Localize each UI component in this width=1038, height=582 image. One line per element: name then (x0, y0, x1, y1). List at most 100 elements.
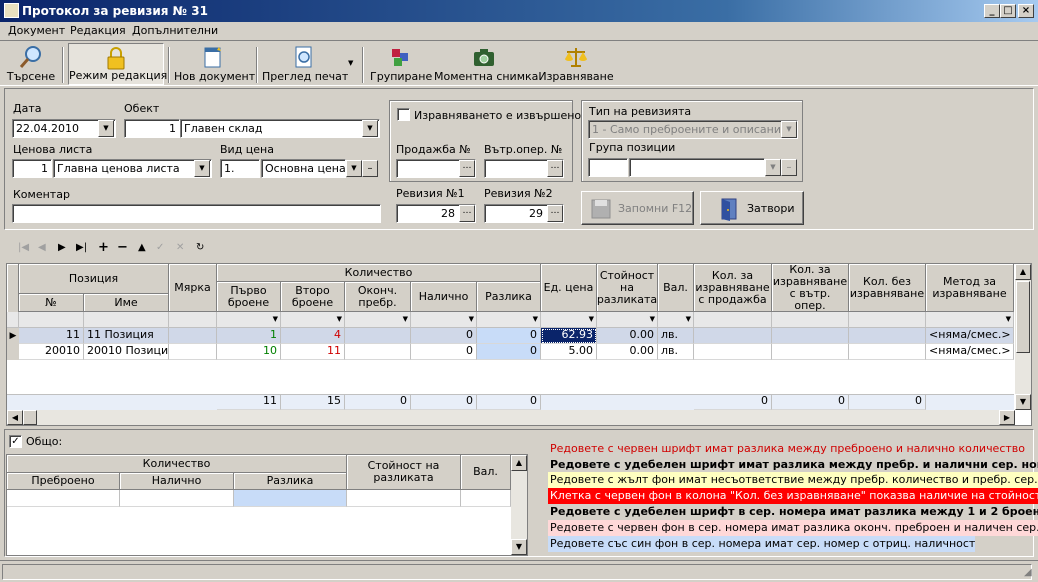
resize-grip-icon[interactable]: ◢ (1024, 567, 1032, 578)
row-unit[interactable] (169, 328, 217, 344)
final-count-column-header[interactable]: Оконч. пребр. (345, 282, 411, 312)
position-group-code-field[interactable] (588, 158, 628, 177)
summary-counted-cell[interactable] (7, 490, 120, 507)
summary-available-header[interactable]: Налично (120, 473, 234, 490)
row-available[interactable]: 0 (411, 344, 477, 360)
filter-dropdown-icon[interactable]: ▼ (337, 315, 342, 323)
search-button[interactable]: Търсене (6, 43, 56, 85)
close-window-button[interactable]: × (1018, 4, 1034, 18)
filter-dropdown-icon[interactable]: ▼ (273, 315, 278, 323)
position-group-dropdown-icon[interactable]: ▼ (765, 159, 781, 176)
revision-type-field[interactable]: 1 - Само преброените и описани в пр (588, 120, 798, 139)
difference-column-header[interactable]: Разлика (477, 282, 541, 312)
new-document-button[interactable]: Нов документ (174, 43, 255, 85)
row-difference[interactable]: 0 (477, 328, 541, 344)
row-unit-price[interactable]: 5.00 (541, 344, 597, 360)
print-preview-dropdown-icon[interactable]: ▼ (348, 59, 353, 67)
row-difference-value[interactable]: 0.00 (597, 328, 658, 344)
name-filter[interactable] (84, 312, 169, 328)
currency-column-header[interactable]: Вал. (658, 264, 694, 312)
qty-balance-sale-filter[interactable] (694, 312, 772, 328)
menu-document[interactable]: Документ (8, 24, 65, 37)
maximize-button[interactable]: □ (1000, 4, 1016, 18)
available-filter[interactable]: ▼ (411, 312, 477, 328)
position-group-name-field[interactable] (629, 158, 765, 177)
final-count-filter[interactable]: ▼ (345, 312, 411, 328)
sale-no-browse-button[interactable]: … (459, 160, 475, 177)
save-button[interactable]: Запомни F12 (581, 191, 694, 225)
second-count-filter[interactable]: ▼ (281, 312, 345, 328)
row-qty-balance-sale[interactable] (694, 328, 772, 344)
row-final-count[interactable] (345, 328, 411, 344)
row-unit-price[interactable]: 62.93 (541, 328, 597, 344)
summary-available-cell[interactable] (120, 490, 234, 507)
qty-balance-internal-column-header[interactable]: Кол. за изравняване с вътр. опер. (772, 264, 849, 312)
post-record-icon[interactable]: ✓ (156, 242, 164, 253)
filter-dropdown-icon[interactable]: ▼ (650, 315, 655, 323)
revision1-browse-button[interactable]: … (459, 205, 475, 222)
filter-dropdown-icon[interactable]: ▼ (589, 315, 594, 323)
filter-dropdown-icon[interactable]: ▼ (533, 315, 538, 323)
total-checkbox[interactable]: ✓ (9, 435, 22, 448)
row-name[interactable]: 20010 Позиция (84, 344, 169, 360)
row-method[interactable]: <няма/смес.> (926, 328, 1014, 344)
snapshot-button[interactable]: Моментна снимка (434, 43, 538, 85)
qty-balance-sale-column-header[interactable]: Кол. за изравняване с продажба (694, 264, 772, 312)
horizontal-scrollbar[interactable] (7, 410, 1015, 425)
method-column-header[interactable]: Метод за изравняване (926, 264, 1014, 312)
menu-edit[interactable]: Редакция (70, 24, 126, 37)
qty-no-balance-filter[interactable] (849, 312, 926, 328)
balancing-button[interactable]: Изравняване (538, 43, 614, 85)
row-qty-no-balance[interactable] (849, 344, 926, 360)
edit-record-icon[interactable]: ▲ (138, 242, 146, 253)
row-qty-balance-sale[interactable] (694, 344, 772, 360)
price-type-clear-button[interactable]: – (362, 160, 378, 177)
price-type-dropdown-icon[interactable]: ▼ (346, 160, 362, 177)
last-record-icon[interactable]: ▶| (76, 242, 87, 253)
date-dropdown-icon[interactable]: ▼ (98, 120, 114, 137)
comment-field[interactable] (12, 204, 381, 223)
summary-difference-cell[interactable] (234, 490, 347, 507)
refresh-icon[interactable]: ↻ (196, 242, 204, 253)
available-column-header[interactable]: Налично (411, 282, 477, 312)
row-difference[interactable]: 0 (477, 344, 541, 360)
row-name[interactable]: 11 Позиция (84, 328, 169, 344)
scroll-right-icon[interactable]: ▶ (999, 410, 1015, 425)
difference-value-column-header[interactable]: Стойност на разликата (597, 264, 658, 312)
summary-counted-header[interactable]: Преброено (7, 473, 120, 490)
row-available[interactable]: 0 (411, 328, 477, 344)
row-final-count[interactable] (345, 344, 411, 360)
difference-value-filter[interactable]: ▼ (597, 312, 658, 328)
price-list-code-field[interactable]: 1 (12, 159, 52, 178)
name-column-header[interactable]: Име (84, 294, 169, 312)
object-code-field[interactable]: 1 (124, 119, 180, 138)
revision2-browse-button[interactable]: … (547, 205, 563, 222)
row-second-count[interactable]: 11 (281, 344, 345, 360)
price-type-code-field[interactable]: 1. (220, 159, 260, 178)
prev-record-icon[interactable]: ◀ (38, 242, 46, 253)
second-count-column-header[interactable]: Второ броене (281, 282, 345, 312)
internal-op-browse-button[interactable]: … (547, 160, 563, 177)
row-unit[interactable] (169, 344, 217, 360)
scroll-up-icon[interactable]: ▲ (1015, 264, 1031, 280)
filter-dropdown-icon[interactable]: ▼ (686, 315, 691, 323)
summary-difference-header[interactable]: Разлика (234, 473, 347, 490)
menu-additional[interactable]: Допълнителни (132, 24, 218, 37)
filter-dropdown-icon[interactable]: ▼ (469, 315, 474, 323)
unit-price-column-header[interactable]: Ед. цена (541, 264, 597, 312)
unit-price-filter[interactable]: ▼ (541, 312, 597, 328)
summary-difference-value-header[interactable]: Стойност на разликата (347, 455, 461, 490)
object-dropdown-icon[interactable]: ▼ (362, 120, 378, 137)
object-name-field[interactable]: Главен склад (180, 119, 380, 138)
summary-currency-cell[interactable] (461, 490, 511, 507)
scroll-left-icon[interactable]: ◀ (7, 410, 23, 425)
qty-no-balance-column-header[interactable]: Кол. без изравняване (849, 264, 926, 312)
print-preview-button[interactable]: Преглед печат (262, 43, 348, 85)
difference-filter[interactable]: ▼ (477, 312, 541, 328)
method-filter[interactable]: ▼ (926, 312, 1014, 328)
no-filter[interactable] (19, 312, 84, 328)
summary-scroll-up-icon[interactable]: ▲ (511, 455, 527, 471)
summary-scroll-down-icon[interactable]: ▼ (511, 539, 527, 555)
row-first-count[interactable]: 1 (217, 328, 281, 344)
summary-difference-value-cell[interactable] (347, 490, 461, 507)
